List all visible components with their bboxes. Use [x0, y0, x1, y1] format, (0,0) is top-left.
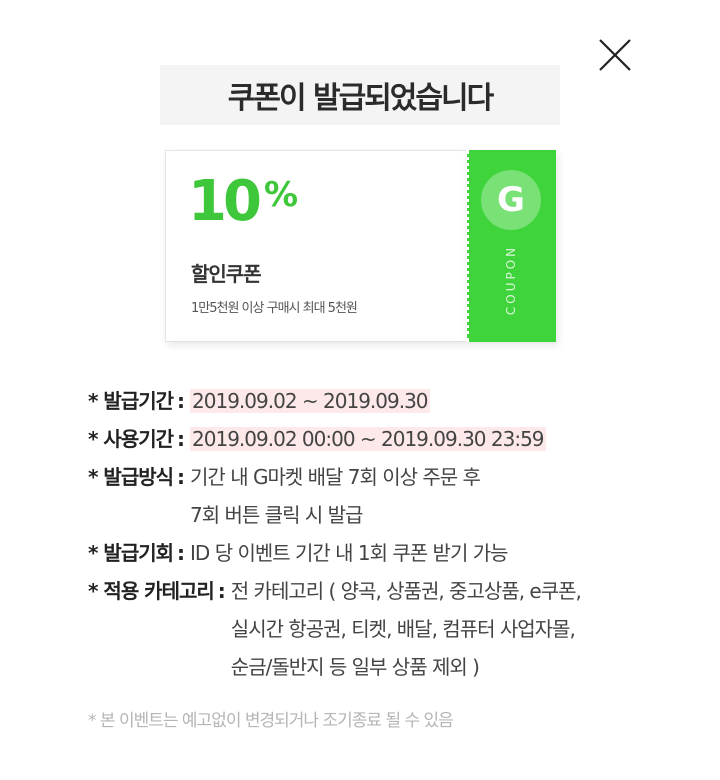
perforation [466, 150, 469, 342]
discount-number: 10 [188, 169, 262, 234]
info-row-issue-count: * 발급기회 : ID 당 이벤트 기간 내 1회 쿠폰 받기 가능 [88, 534, 708, 572]
info-value: 2019.09.02 ~ 2019.09.30 [190, 389, 430, 413]
info-separator: : [217, 579, 226, 603]
coupon-stub-label: COUPON [504, 244, 518, 316]
coupon-card: 10% 할인쿠폰 1만5천원 이상 구매시 최대 5천원 [165, 150, 467, 342]
info-value: 2019.09.02 00:00 ~ 2019.09.30 23:59 [190, 427, 546, 451]
info-label: * 발급기간 [88, 389, 174, 413]
gmarket-logo-icon: G [481, 170, 541, 230]
info-label: * 발급기회 [88, 541, 174, 565]
coupon-info-list: * 발급기간 : 2019.09.02 ~ 2019.09.30 * 사용기간 … [88, 382, 708, 686]
close-button[interactable] [598, 38, 632, 72]
notice-text: * 본 이벤트는 예고없이 변경되거나 조기종료 될 수 있음 [88, 711, 454, 731]
coupon-condition: 1만5천원 이상 구매시 최대 5천원 [191, 301, 358, 316]
info-separator: : [177, 541, 185, 565]
info-label: * 발급방식 [88, 465, 174, 489]
info-row-issue-method: * 발급방식 : 기간 내 G마켓 배달 7회 이상 주문 후 7회 버튼 클릭… [88, 458, 708, 534]
info-separator: : [177, 427, 185, 451]
info-value-line: 전 카테고리 ( 양곡, 상품권, 중고상품, e쿠폰, [230, 579, 582, 603]
info-label: * 사용기간 [88, 427, 174, 451]
info-label: * 적용 카테고리 [88, 579, 215, 603]
info-value-line: 실시간 항공권, 티켓, 배달, 컴퓨터 사업자몰, [230, 617, 576, 641]
info-row-use-period: * 사용기간 : 2019.09.02 00:00 ~ 2019.09.30 2… [88, 420, 708, 458]
info-separator: : [177, 389, 185, 413]
info-value-line: 7회 버튼 클릭 시 발급 [190, 503, 363, 527]
coupon-discount: 10% [188, 169, 298, 234]
close-icon [599, 39, 631, 71]
discount-percent-sign: % [263, 175, 299, 215]
page-title: 쿠폰이 발급되었습니다 [227, 81, 494, 116]
coupon-name: 할인쿠폰 [191, 262, 262, 286]
info-value-line: 순금/돌반지 등 일부 상품 제외 ) [230, 655, 480, 679]
info-value: ID 당 이벤트 기간 내 1회 쿠폰 받기 가능 [190, 541, 508, 565]
info-row-issue-period: * 발급기간 : 2019.09.02 ~ 2019.09.30 [88, 382, 708, 420]
info-value-line: 기간 내 G마켓 배달 7회 이상 주문 후 [190, 465, 481, 489]
info-separator: : [177, 465, 185, 489]
title-banner: 쿠폰이 발급되었습니다 [160, 65, 560, 125]
info-row-category: * 적용 카테고리 : 전 카테고리 ( 양곡, 상품권, 중고상품, e쿠폰,… [88, 572, 708, 686]
coupon-stub: G COUPON [466, 150, 556, 342]
